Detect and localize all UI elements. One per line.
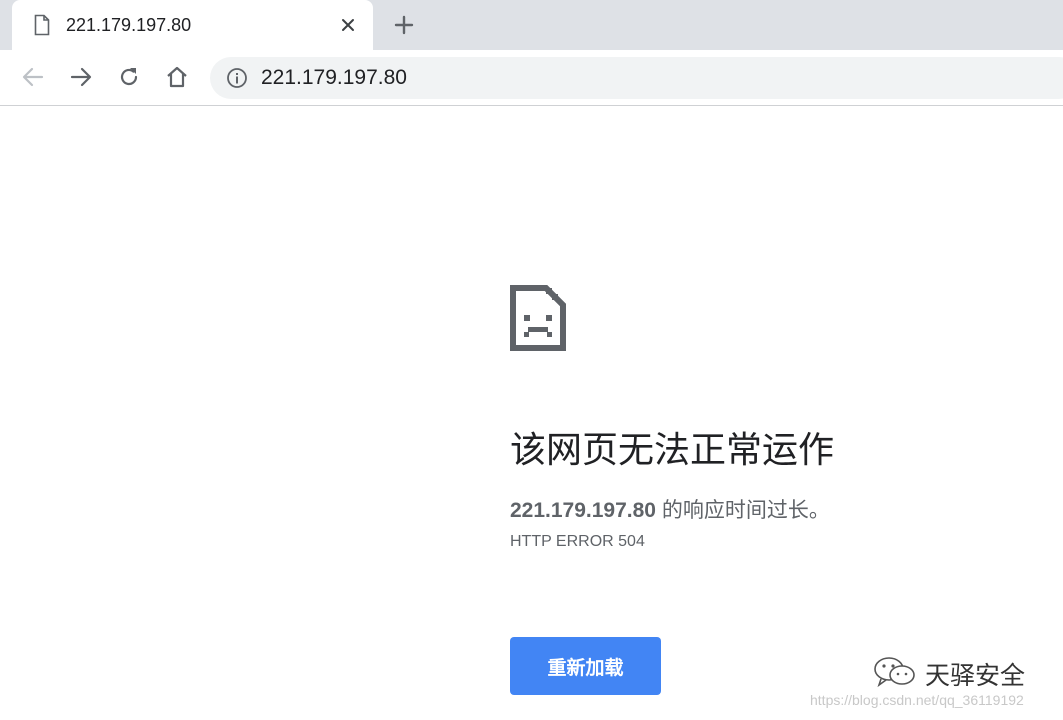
url-text[interactable]: 221.179.197.80 [261,66,407,90]
watermark-name: 天驿安全 [925,661,1026,690]
url-watermark: https://blog.csdn.net/qq_36119192 [810,692,1024,708]
page-icon [34,14,50,36]
back-arrow-icon[interactable] [20,64,46,90]
error-code: HTTP ERROR 504 [510,533,645,550]
reload-button[interactable]: 重新加载 [510,637,661,695]
reload-icon[interactable] [116,64,142,90]
forward-arrow-icon[interactable] [68,64,94,90]
error-title: 该网页无法正常运作 [510,430,835,471]
info-icon[interactable] [226,67,248,89]
sad-page-icon [510,285,566,351]
close-icon[interactable] [336,13,360,37]
plus-icon[interactable] [392,13,416,37]
error-detail: 221.179.197.80 的响应时间过长。 [510,494,830,524]
home-icon[interactable] [164,64,190,90]
tab-title: 221.179.197.80 [66,15,192,35]
tab-active[interactable]: 221.179.197.80 [12,0,373,50]
error-host: 221.179.197.80 [510,499,656,522]
error-detail-suffix: 的响应时间过长。 [655,499,830,522]
watermark: 天驿安全 [873,656,1025,692]
wechat-icon [873,655,917,694]
address-bar[interactable]: 221.179.197.80 [210,57,1063,99]
toolbar: 221.179.197.80 [0,50,1063,106]
tab-strip: 221.179.197.80 [0,0,1063,50]
